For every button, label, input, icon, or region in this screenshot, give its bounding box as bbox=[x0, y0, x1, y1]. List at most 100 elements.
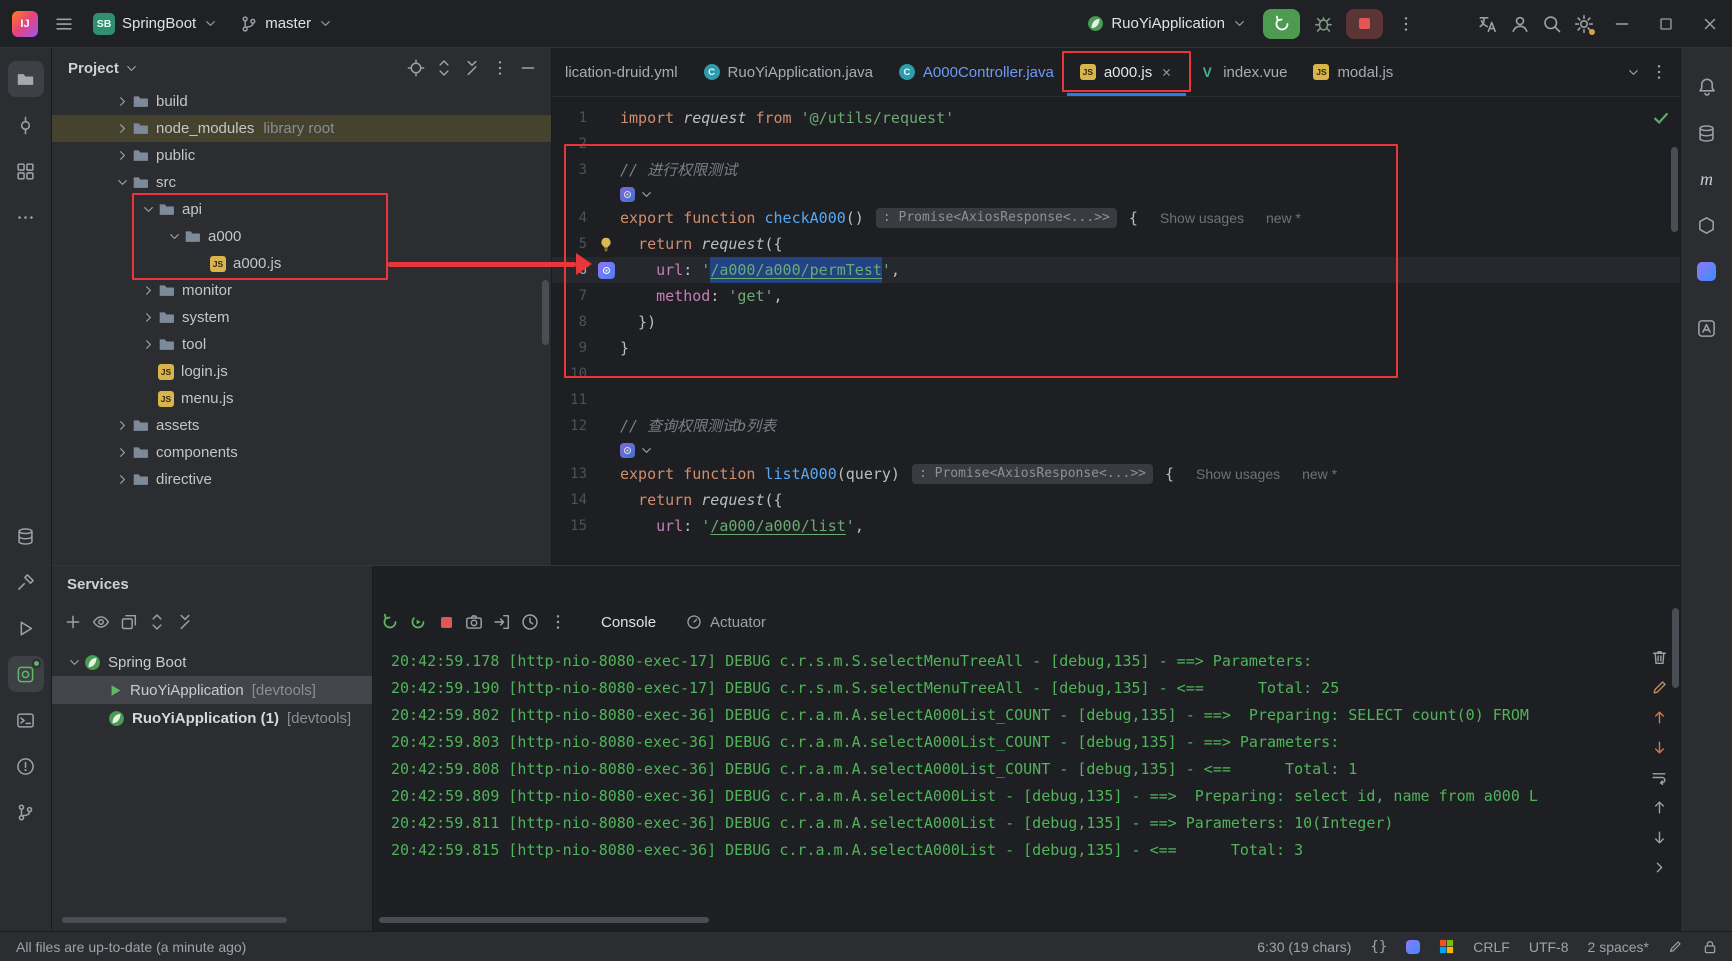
git-branch-selector[interactable]: master bbox=[231, 7, 342, 41]
collapse-all-icon[interactable] bbox=[459, 55, 485, 81]
tab-options-icon[interactable] bbox=[1646, 59, 1672, 85]
arrow-up-colored-icon[interactable] bbox=[1646, 704, 1672, 730]
rerun-application-button[interactable] bbox=[1263, 8, 1300, 39]
show-icon[interactable] bbox=[88, 609, 114, 635]
console-v-scrollbar[interactable] bbox=[1672, 608, 1679, 688]
stop-icon[interactable] bbox=[433, 609, 459, 635]
pencil-icon[interactable] bbox=[1646, 674, 1672, 700]
chevron-down-icon[interactable] bbox=[639, 443, 654, 458]
main-menu-icon[interactable] bbox=[48, 8, 80, 40]
project-panel-title[interactable]: Project bbox=[68, 60, 139, 77]
more-run-actions-icon[interactable] bbox=[1390, 8, 1422, 40]
services-h-scrollbar[interactable] bbox=[62, 917, 287, 923]
expand-all-icon[interactable] bbox=[431, 55, 457, 81]
soft-wrap-icon[interactable] bbox=[1646, 764, 1672, 790]
chevron-right-icon[interactable] bbox=[1646, 854, 1672, 880]
stop-button[interactable] bbox=[1346, 8, 1383, 39]
camera-icon[interactable] bbox=[461, 609, 487, 635]
project-icon[interactable] bbox=[7, 61, 44, 97]
collapse-all-icon[interactable] bbox=[172, 609, 198, 635]
tree-row[interactable]: a000 bbox=[52, 223, 551, 250]
trash-icon[interactable] bbox=[1646, 644, 1672, 670]
editor-tab[interactable]: JS a000.js bbox=[1066, 48, 1187, 96]
close-icon[interactable] bbox=[1688, 0, 1732, 48]
service-row[interactable]: RuoYiApplication [devtools] bbox=[52, 676, 372, 704]
tree-row[interactable]: public bbox=[52, 142, 551, 169]
build-icon[interactable] bbox=[8, 564, 44, 600]
tree-row[interactable]: JS a000.js bbox=[52, 250, 551, 277]
tree-chevron-icon[interactable] bbox=[138, 283, 158, 298]
tree-chevron-icon[interactable] bbox=[164, 229, 184, 244]
history-icon[interactable] bbox=[517, 609, 543, 635]
ai-plugin-icon[interactable] bbox=[1689, 253, 1725, 289]
tree-row[interactable]: src bbox=[52, 169, 551, 196]
tree-chevron-icon[interactable] bbox=[112, 175, 132, 190]
database-icon[interactable] bbox=[1689, 115, 1725, 151]
console-h-scrollbar[interactable] bbox=[379, 917, 709, 923]
tree-row[interactable]: api bbox=[52, 196, 551, 223]
editor-tab[interactable]: lication-druid.yml bbox=[552, 48, 691, 96]
tree-chevron-icon[interactable] bbox=[112, 148, 132, 163]
database-icon[interactable] bbox=[8, 518, 44, 554]
inspections-ok-icon[interactable] bbox=[1652, 109, 1670, 127]
expand-all-icon[interactable] bbox=[144, 609, 170, 635]
indent-indicator[interactable]: 2 spaces* bbox=[1588, 939, 1649, 955]
tree-chevron-icon[interactable] bbox=[112, 94, 132, 109]
tree-chevron-icon[interactable] bbox=[138, 337, 158, 352]
tree-row[interactable]: tool bbox=[52, 331, 551, 358]
maximize-icon[interactable] bbox=[1644, 0, 1688, 48]
terminal-icon[interactable] bbox=[8, 702, 44, 738]
kebab-icon[interactable] bbox=[487, 55, 513, 81]
locate-icon[interactable] bbox=[403, 55, 429, 81]
tree-row[interactable]: monitor bbox=[52, 277, 551, 304]
search-icon[interactable] bbox=[1536, 8, 1568, 40]
editor[interactable]: 1 import request from '@/utils/request' 2 3… bbox=[552, 97, 1680, 565]
editor-tab[interactable]: Vindex.vue bbox=[1186, 48, 1300, 96]
kebab-icon[interactable] bbox=[545, 609, 571, 635]
tree-row[interactable]: JS menu.js bbox=[52, 385, 551, 412]
tree-row[interactable]: node_modules library root bbox=[52, 115, 551, 142]
user-icon[interactable] bbox=[1504, 8, 1536, 40]
intention-bulb-icon[interactable] bbox=[592, 236, 620, 252]
services-icon[interactable] bbox=[7, 656, 44, 692]
project-selector[interactable]: SB SpringBoot bbox=[84, 7, 227, 41]
hide-icon[interactable] bbox=[515, 55, 541, 81]
arrow-down-colored-icon[interactable] bbox=[1646, 734, 1672, 760]
tree-chevron-icon[interactable] bbox=[112, 121, 132, 136]
tree-row[interactable]: JS login.js bbox=[52, 358, 551, 385]
tree-chevron-icon[interactable] bbox=[138, 202, 158, 217]
microsoft-colors-icon[interactable] bbox=[1439, 939, 1454, 954]
pen-icon[interactable] bbox=[1668, 939, 1683, 954]
open-new-tab-icon[interactable] bbox=[116, 609, 142, 635]
editor-tab[interactable]: JS modal.js bbox=[1300, 48, 1406, 96]
hidden-tabs-icon[interactable] bbox=[1620, 59, 1646, 85]
tree-chevron-icon[interactable] bbox=[112, 418, 132, 433]
console-output[interactable]: 20:42:59.178 [http-nio-8080-exec-17] DEB… bbox=[373, 642, 1680, 931]
tree-chevron-icon[interactable] bbox=[138, 310, 158, 325]
tree-chevron-icon[interactable] bbox=[64, 655, 84, 670]
run-icon[interactable] bbox=[8, 610, 44, 646]
close-icon[interactable] bbox=[1160, 66, 1173, 79]
line-ending-indicator[interactable]: CRLF bbox=[1473, 939, 1510, 955]
console-tab[interactable]: Console bbox=[601, 602, 656, 642]
add-icon[interactable] bbox=[60, 609, 86, 635]
tree-chevron-icon[interactable] bbox=[112, 445, 132, 460]
editor-scrollbar[interactable] bbox=[1671, 147, 1678, 232]
arrow-up-icon[interactable] bbox=[1646, 794, 1672, 820]
version-control-icon[interactable] bbox=[8, 794, 44, 830]
project-scrollbar[interactable] bbox=[542, 280, 549, 345]
dependencies-icon[interactable] bbox=[1689, 207, 1725, 243]
editor-tab[interactable]: C A000Controller.java bbox=[886, 48, 1067, 96]
open-log-icon[interactable] bbox=[489, 609, 515, 635]
tree-row[interactable]: directive bbox=[52, 466, 551, 493]
translate-icon[interactable] bbox=[1472, 8, 1504, 40]
tree-row[interactable]: components bbox=[52, 439, 551, 466]
inline-actions-icon[interactable] bbox=[620, 442, 635, 458]
structure-icon[interactable] bbox=[8, 153, 44, 189]
inline-actions-icon[interactable] bbox=[620, 186, 635, 202]
plugin-status-icon[interactable] bbox=[1406, 939, 1421, 954]
endpoint-gutter-icon[interactable] bbox=[592, 261, 620, 279]
commit-icon[interactable] bbox=[8, 107, 44, 143]
settings-icon[interactable] bbox=[1568, 8, 1600, 40]
code-style-icon[interactable]: {} bbox=[1370, 939, 1387, 955]
